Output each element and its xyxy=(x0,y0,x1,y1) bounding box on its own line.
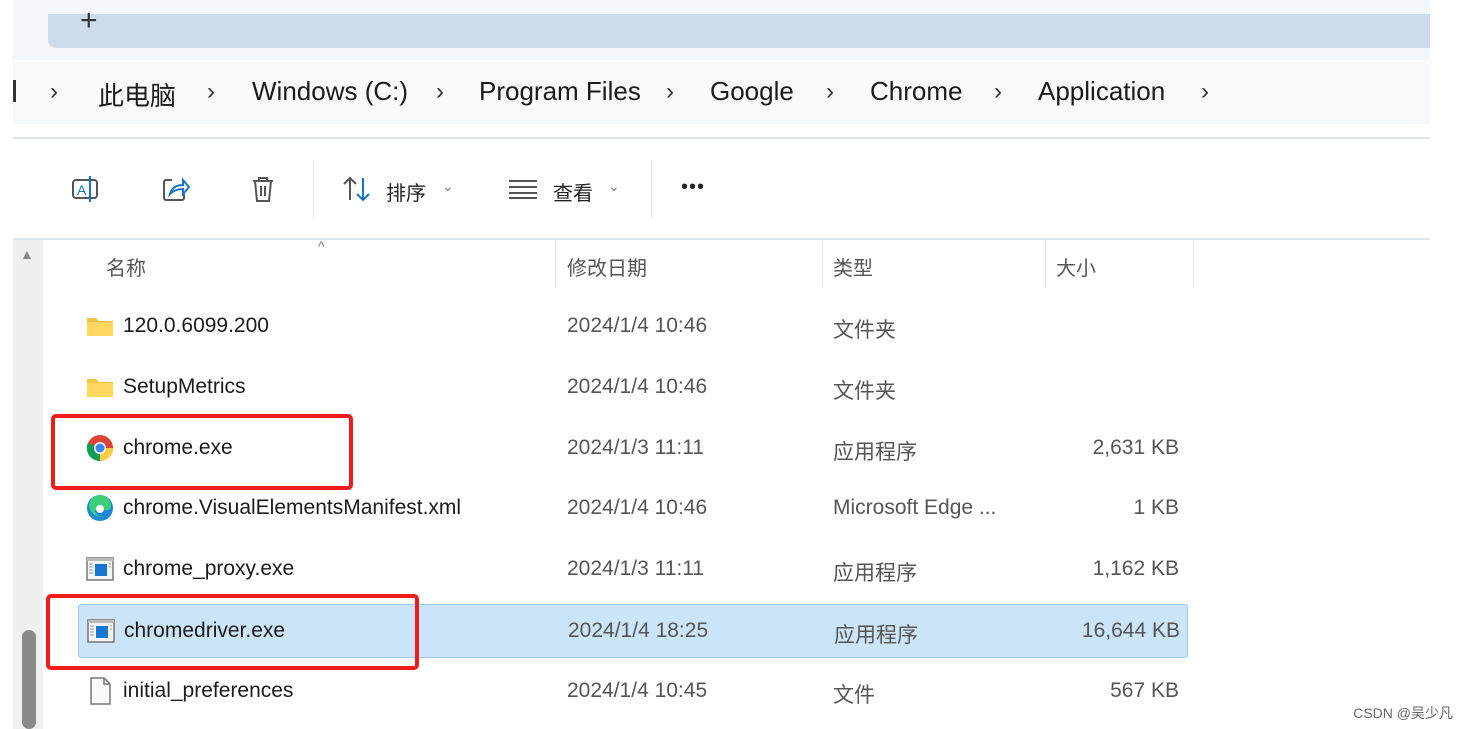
folder-icon xyxy=(86,312,114,340)
file-type: 文件夹 xyxy=(833,319,896,342)
folder-icon xyxy=(86,373,114,401)
file-size: 1,162 KB xyxy=(1092,557,1179,581)
column-header-size[interactable]: 大小 xyxy=(1056,252,1096,281)
file-row[interactable]: SetupMetrics 2024/1/4 10:46 文件夹 xyxy=(78,361,1186,413)
address-edge xyxy=(13,80,16,102)
sort-button[interactable]: 排序 xyxy=(386,177,426,206)
file-date: 2024/1/3 11:11 xyxy=(567,557,705,581)
file-name: SetupMetrics xyxy=(123,374,246,398)
breadcrumb-item[interactable]: Application xyxy=(1038,76,1165,107)
divider xyxy=(651,160,652,218)
app-icon xyxy=(86,555,114,583)
file-icon xyxy=(86,677,114,705)
column-divider[interactable] xyxy=(1193,240,1194,288)
file-type: 文件 xyxy=(833,683,875,707)
file-type: 应用程序 xyxy=(833,562,917,586)
file-size: 2,631 KB xyxy=(1092,435,1179,459)
file-date: 2024/1/4 10:46 xyxy=(567,314,708,337)
view-button[interactable]: 查看 xyxy=(553,177,593,206)
file-row[interactable]: 120.0.6099.200 2024/1/4 10:46 文件夹 xyxy=(78,300,1186,352)
file-name: chrome.VisualElementsManifest.xml xyxy=(123,496,462,520)
share-icon[interactable] xyxy=(158,172,192,206)
highlight-box xyxy=(46,594,419,670)
column-header-name[interactable]: 名称 xyxy=(106,252,146,281)
file-type: 文件夹 xyxy=(833,379,896,403)
column-divider[interactable] xyxy=(822,240,823,288)
file-name: chrome_proxy.exe xyxy=(123,557,295,581)
file-size: 1 KB xyxy=(1133,496,1179,520)
chevron-right-icon[interactable]: › xyxy=(826,78,834,106)
column-divider[interactable] xyxy=(555,240,556,288)
scroll-up-arrow-icon[interactable]: ▲ xyxy=(20,246,34,262)
file-date: 2024/1/4 10:45 xyxy=(567,678,708,702)
file-row[interactable]: chrome_proxy.exe 2024/1/3 11:11 应用程序 1,1… xyxy=(78,543,1186,595)
chevron-right-icon[interactable]: › xyxy=(436,78,444,106)
rename-icon[interactable]: A xyxy=(69,172,103,206)
file-date: 2024/1/4 10:46 xyxy=(567,374,708,398)
chevron-right-icon[interactable]: › xyxy=(1201,78,1209,106)
column-header-type[interactable]: 类型 xyxy=(833,252,873,281)
file-row[interactable]: chrome.VisualElementsManifest.xml 2024/1… xyxy=(78,482,1186,534)
highlight-box xyxy=(51,414,353,490)
more-options-button[interactable]: ••• xyxy=(681,176,705,199)
command-bar xyxy=(13,140,1430,238)
breadcrumb-item[interactable]: Chrome xyxy=(870,76,962,107)
divider xyxy=(13,238,1430,240)
chevron-right-icon[interactable]: › xyxy=(666,78,674,106)
file-date: 2024/1/3 11:11 xyxy=(567,435,705,459)
column-divider[interactable] xyxy=(1045,240,1046,288)
chevron-right-icon[interactable]: › xyxy=(50,78,58,106)
new-tab-button[interactable]: + xyxy=(80,4,98,38)
breadcrumb-item[interactable]: Windows (C:) xyxy=(252,76,408,107)
chevron-right-icon[interactable]: › xyxy=(207,78,215,106)
breadcrumb-item[interactable]: 此电脑 xyxy=(98,76,176,113)
file-row[interactable]: initial_preferences 2024/1/4 10:45 文件 56… xyxy=(78,665,1186,717)
delete-icon[interactable] xyxy=(246,172,280,206)
file-date: 2024/1/4 10:46 xyxy=(567,496,708,520)
svg-text:A: A xyxy=(77,182,87,198)
divider xyxy=(13,137,1430,139)
file-date: 2024/1/4 18:25 xyxy=(568,619,709,642)
chevron-down-icon[interactable]: ⌄ xyxy=(442,178,454,195)
view-icon[interactable] xyxy=(506,172,540,206)
breadcrumb-item[interactable]: Program Files xyxy=(479,76,641,107)
chevron-right-icon[interactable]: › xyxy=(994,78,1002,106)
sort-icon[interactable] xyxy=(340,172,374,206)
file-name: initial_preferences xyxy=(123,678,294,702)
file-name: 120.0.6099.200 xyxy=(123,314,269,337)
file-size: 16,644 KB xyxy=(1081,619,1180,642)
sort-ascending-icon: ^ xyxy=(318,238,325,254)
file-type: 应用程序 xyxy=(834,624,918,647)
file-type: Microsoft Edge ... xyxy=(833,496,997,520)
edge-icon xyxy=(86,494,114,522)
tab-strip xyxy=(48,14,1430,48)
watermark: CSDN @吴少凡 xyxy=(1353,705,1453,721)
divider xyxy=(313,160,314,218)
column-header-date[interactable]: 修改日期 xyxy=(567,252,647,281)
file-size: 567 KB xyxy=(1110,678,1179,702)
file-type: 应用程序 xyxy=(833,440,917,464)
scrollbar-thumb[interactable] xyxy=(22,630,36,729)
chevron-down-icon[interactable]: ⌄ xyxy=(608,178,620,195)
breadcrumb-item[interactable]: Google xyxy=(710,76,794,107)
